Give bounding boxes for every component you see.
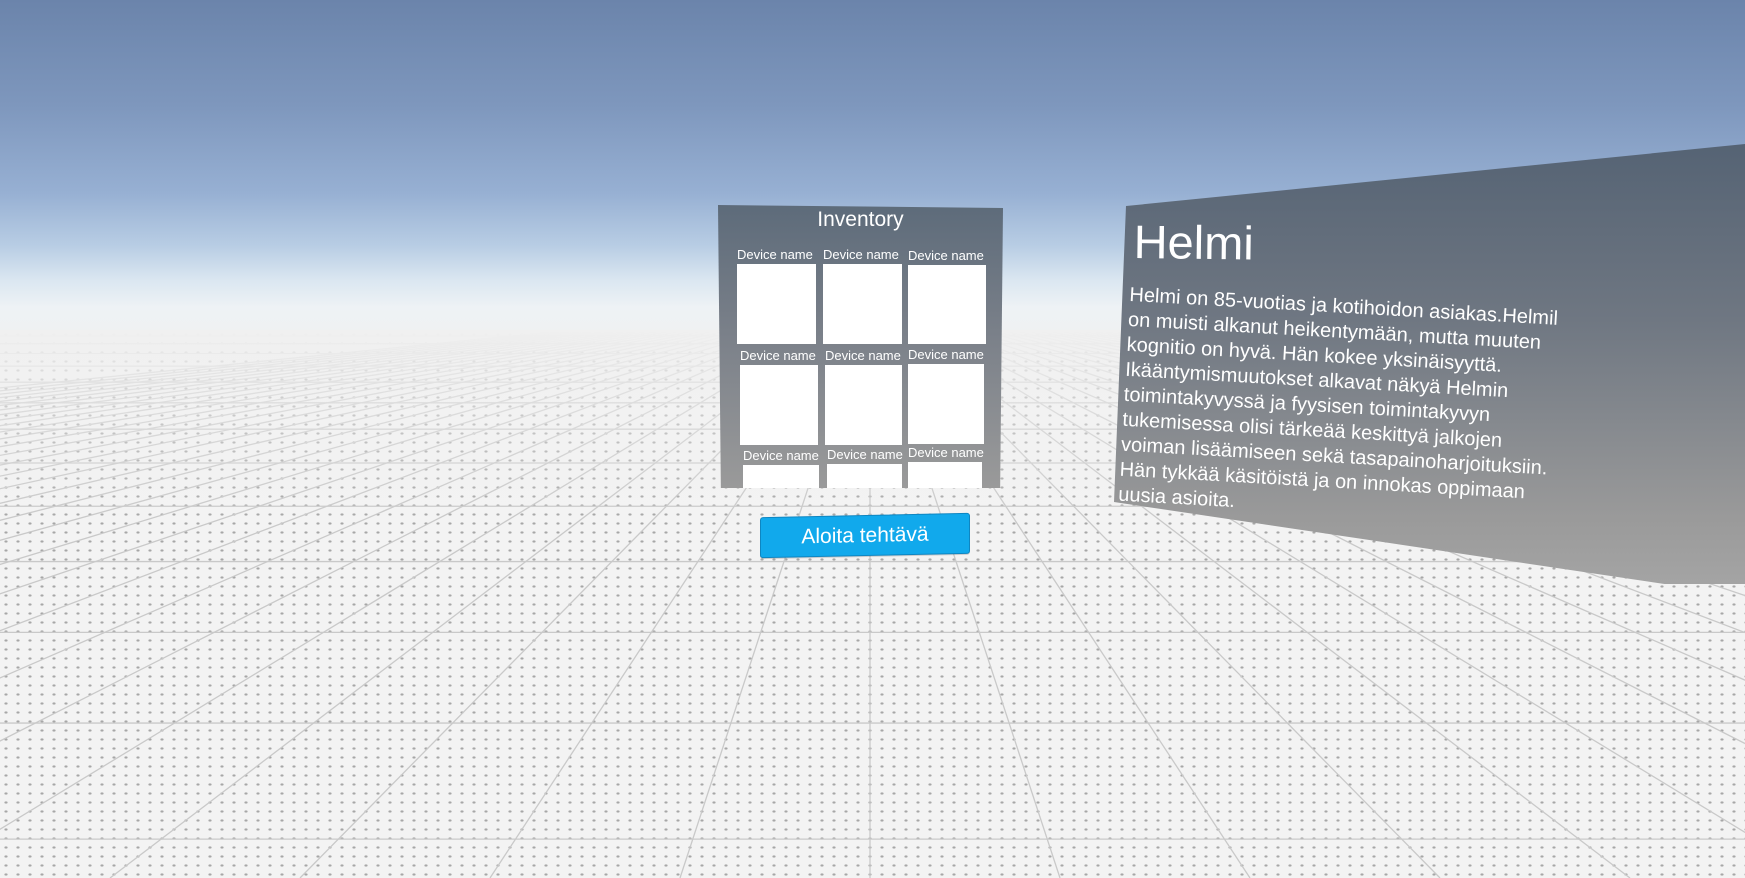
character-name: Helmi (1133, 214, 1255, 270)
slot-label: Device name (908, 445, 984, 460)
inventory-slot[interactable] (908, 265, 986, 344)
slot-label: Device name (827, 447, 903, 462)
slot-label: Device name (825, 348, 901, 363)
inventory-slot[interactable] (825, 365, 902, 445)
inventory-panel: Inventory Device name Device name Device… (718, 205, 1003, 488)
slot-label: Device name (823, 247, 899, 262)
slot-label: Device name (908, 248, 984, 263)
inventory-slot[interactable] (743, 465, 819, 488)
slot-label: Device name (908, 347, 984, 362)
inventory-slot[interactable] (908, 364, 984, 444)
slot-label: Device name (743, 448, 819, 463)
slot-label: Device name (740, 348, 816, 363)
inventory-slot[interactable] (827, 464, 902, 488)
inventory-slot[interactable] (737, 264, 816, 344)
inventory-title: Inventory (817, 208, 904, 231)
inventory-slot[interactable] (740, 365, 818, 445)
slot-label: Device name (737, 247, 813, 262)
start-task-button[interactable]: Aloita tehtävä (760, 512, 970, 559)
vr-scene: Inventory Device name Device name Device… (0, 0, 1745, 878)
inventory-slot[interactable] (823, 264, 902, 344)
inventory-slot[interactable] (908, 462, 982, 488)
